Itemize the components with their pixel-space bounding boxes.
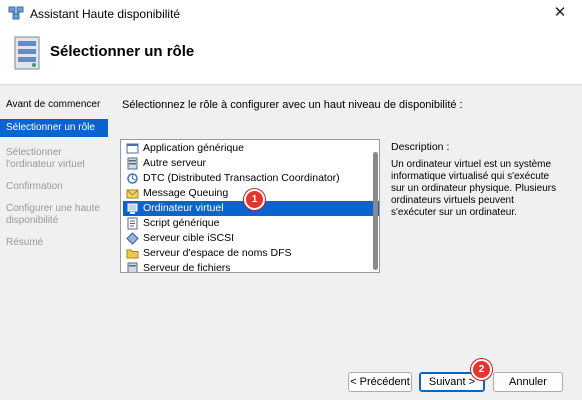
- message-queue-icon: [126, 189, 139, 199]
- iscsi-target-icon: [126, 232, 139, 245]
- wizard-main-panel: Sélectionnez le rôle à configurer avec u…: [108, 85, 582, 400]
- description-label: Description :: [391, 141, 450, 153]
- previous-button[interactable]: < Précédent: [348, 372, 412, 392]
- role-item-iscsi-target[interactable]: Serveur cible iSCSI: [123, 231, 379, 246]
- role-label: Serveur de fichiers: [143, 262, 231, 273]
- cluster-wizard-icon: [14, 36, 40, 70]
- annotation-badge-2: 2: [471, 359, 492, 380]
- description-text: Un ordinateur virtuel est un système inf…: [391, 159, 557, 218]
- role-label: Ordinateur virtuel: [143, 202, 224, 214]
- cancel-button[interactable]: Annuler: [493, 372, 563, 392]
- step-select-virtual-machine: Sélectionner l'ordinateur virtuel: [6, 147, 85, 170]
- role-item-generic-script[interactable]: Script générique: [123, 216, 379, 231]
- dtc-icon: [127, 173, 138, 184]
- step-configure-high-availability: Configurer une haute disponibilité: [6, 203, 100, 226]
- role-item-dtc[interactable]: DTC (Distributed Transaction Coordinator…: [123, 171, 379, 186]
- dfs-namespace-icon: [126, 249, 139, 259]
- wizard-header: Sélectionner un rôle: [0, 26, 582, 85]
- step-before-you-begin[interactable]: Avant de commencer: [0, 97, 108, 113]
- page-title: Sélectionner un rôle: [50, 43, 195, 60]
- role-label: Serveur cible iSCSI: [143, 232, 235, 244]
- step-summary: Résumé: [6, 237, 44, 248]
- file-server-icon: [127, 262, 138, 272]
- role-item-other-server[interactable]: Autre serveur: [123, 156, 379, 171]
- close-icon[interactable]: ✕: [538, 0, 582, 26]
- instruction-text: Sélectionnez le rôle à configurer avec u…: [122, 99, 463, 111]
- role-label: DTC (Distributed Transaction Coordinator…: [143, 172, 340, 184]
- step-select-role[interactable]: Sélectionner un rôle: [0, 119, 108, 137]
- server-icon: [127, 157, 138, 170]
- role-item-generic-application[interactable]: Application générique: [123, 141, 379, 156]
- wizard-steps-sidebar: Avant de commencer Sélectionner un rôle …: [0, 85, 108, 400]
- role-item-file-server[interactable]: Serveur de fichiers: [123, 261, 379, 273]
- role-item-dfs-namespace[interactable]: Serveur d'espace de noms DFS: [123, 246, 379, 261]
- listbox-scrollbar[interactable]: [373, 152, 378, 270]
- role-label: Serveur d'espace de noms DFS: [143, 247, 292, 259]
- role-label: Application générique: [143, 142, 244, 154]
- virtual-machine-icon: [127, 203, 138, 214]
- title-bar: Assistant Haute disponibilité ✕: [0, 0, 582, 26]
- cluster-app-icon: [8, 6, 24, 20]
- annotation-badge-1: 1: [244, 189, 265, 210]
- step-confirmation: Confirmation: [6, 181, 63, 192]
- window-title: Assistant Haute disponibilité: [30, 7, 181, 21]
- role-label: Autre serveur: [143, 157, 207, 169]
- app-window-icon: [126, 143, 139, 154]
- role-label: Script générique: [143, 217, 220, 229]
- role-label: Message Queuing: [143, 187, 229, 199]
- script-icon: [127, 217, 138, 230]
